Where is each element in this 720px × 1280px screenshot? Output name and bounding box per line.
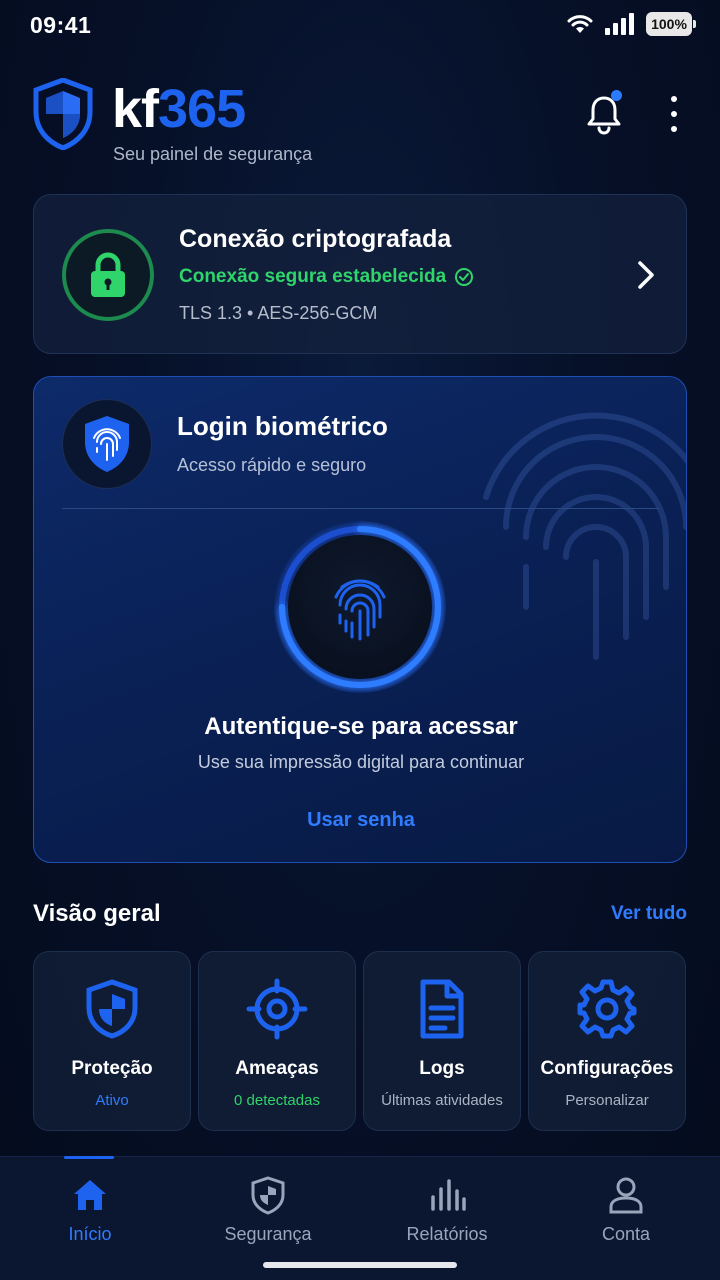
fingerprint-icon [334,579,386,641]
tile-title: Logs [419,1058,465,1079]
chevron-right-icon[interactable] [634,259,658,291]
user-icon [609,1177,643,1214]
tile-subtitle: Ativo [95,1092,129,1109]
nav-item-account[interactable]: Conta [536,1157,716,1267]
more-dot-icon [671,96,677,102]
tile-logs[interactable]: Logs Últimas atividades [363,951,521,1131]
shield-icon [251,1176,285,1215]
more-menu-button[interactable] [666,96,682,132]
signal-icon [605,13,634,35]
wifi-icon [567,15,593,33]
nav-item-reports[interactable]: Relatórios [357,1157,537,1267]
battery-indicator: 100% [646,12,696,36]
nav-label: Relatórios [406,1224,488,1244]
biometric-card: Login biométrico Acesso rápido e seguro [33,376,687,863]
use-password-link[interactable]: Usar senha [34,809,686,832]
nav-label: Conta [601,1224,651,1244]
divider [62,508,659,509]
home-indicator[interactable] [263,1262,457,1268]
active-tab-indicator [64,1156,114,1159]
target-icon [246,978,308,1040]
fingerprint-watermark-icon [483,412,686,660]
auth-subtitle: Use sua impressão digital para continuar [197,752,525,772]
nav-label: Início [68,1224,112,1244]
encryption-detail: TLS 1.3 • AES-256-GCM [179,303,378,323]
logo-shield-icon [33,78,93,150]
fingerprint-scan-button[interactable] [288,535,432,679]
tile-title: Ameaças [235,1058,319,1079]
lock-icon [91,252,125,297]
encryption-title: Conexão criptografada [179,225,452,253]
document-icon [420,979,464,1039]
tile-subtitle: Personalizar [565,1092,649,1109]
encryption-status: Conexão segura estabelecida [179,266,474,288]
biometric-subtitle: Acesso rápido e seguro [177,455,367,475]
see-all-link[interactable]: Ver tudo [611,903,687,925]
check-circle-icon [455,268,474,286]
more-dot-icon [671,126,677,132]
app-header: kf365 Seu painel de segurança [32,78,688,170]
more-dot-icon [671,111,677,117]
status-bar: 09:41 100% [0,0,720,52]
chart-icon [431,1179,466,1211]
status-icons: 100% [566,12,696,36]
auth-title: Autentique-se para acessar [204,713,518,740]
shield-fingerprint-icon [85,416,129,472]
brand-logo: kf365 [112,78,246,140]
tile-subtitle: 0 detectadas [234,1092,320,1109]
brand-number: 365 [158,79,246,139]
tile-title: Proteção [71,1058,153,1079]
tile-subtitle: Últimas atividades [381,1092,503,1109]
gear-icon [577,979,637,1039]
brand-prefix: kf [112,79,159,139]
biometric-badge [62,399,152,489]
biometric-title: Login biométrico [177,411,388,441]
lock-badge [62,229,154,321]
header-tagline: Seu painel de segurança [113,144,313,164]
status-time: 09:41 [30,12,92,38]
tile-settings[interactable]: Configurações Personalizar [528,951,686,1131]
overview-title: Visão geral [33,900,161,927]
shield-icon [86,979,138,1039]
encryption-card[interactable]: Conexão criptografada Conexão segura est… [33,194,687,354]
nav-label: Segurança [224,1224,312,1244]
nav-item-home[interactable]: Início [0,1156,180,1267]
home-icon [74,1180,106,1210]
tile-threats[interactable]: Ameaças 0 detectadas [198,951,356,1131]
nav-item-security[interactable]: Segurança [178,1157,358,1267]
notification-dot [611,90,622,101]
tile-protection[interactable]: Proteção Ativo [33,951,191,1131]
tile-title: Configurações [540,1058,674,1079]
encryption-status-text: Conexão segura estabelecida [179,266,447,287]
